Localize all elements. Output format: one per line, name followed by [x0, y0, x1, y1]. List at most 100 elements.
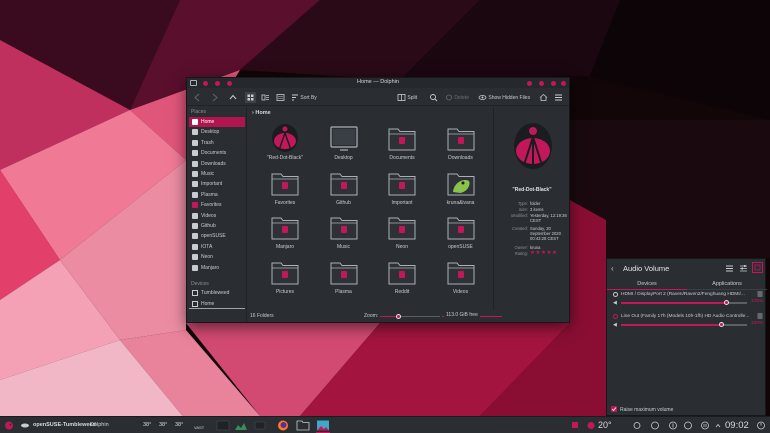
folder-item[interactable]: Music [319, 212, 369, 254]
audio-volume-icon[interactable] [683, 417, 693, 433]
breadcrumb[interactable]: › Home [252, 110, 271, 116]
folder-item[interactable]: Desktop [319, 123, 369, 165]
arrow-right-icon [212, 93, 218, 102]
folder-item[interactable]: "Red-Dot-Black" [260, 123, 310, 165]
monitor-widget[interactable] [216, 417, 230, 433]
window-titlebar[interactable]: Home — Dolphin [187, 78, 569, 88]
media-player-icon[interactable] [700, 417, 710, 433]
device-item-tumbleweed[interactable]: Tumbleweed [189, 288, 245, 298]
folder-item[interactable]: openSUSE [436, 212, 486, 254]
folder-item[interactable]: Reddit [377, 257, 427, 299]
device-menu-button[interactable] [757, 313, 763, 321]
minimize-button[interactable] [539, 80, 544, 86]
clock[interactable]: 09:02 [725, 417, 749, 433]
night-color-icon[interactable] [632, 417, 642, 433]
active-window-title[interactable]: openSUSE-Tumbleweed [33, 417, 96, 433]
sidebar-item-desktop[interactable]: Desktop [189, 127, 245, 137]
close-button[interactable] [561, 80, 566, 86]
zoom-slider-handle[interactable] [395, 313, 401, 319]
default-device-radio[interactable] [613, 292, 618, 297]
forward-button[interactable] [211, 92, 219, 103]
folder-item[interactable]: Documents [377, 123, 427, 165]
details-view-button[interactable] [276, 92, 285, 103]
show-hidden-button[interactable]: Show Hidden Files [478, 92, 530, 103]
back-arrow-icon[interactable]: ‹ [611, 264, 614, 273]
rating-star-icon[interactable]: ★ [547, 250, 552, 256]
menu-button[interactable] [554, 92, 563, 103]
sidebar-item-manjaro[interactable]: Manjaro [189, 263, 245, 273]
folder-item[interactable]: Github [319, 168, 369, 210]
volume-slider-handle[interactable] [723, 300, 729, 305]
power-button[interactable] [756, 417, 766, 433]
folder-item[interactable]: Neon [377, 212, 427, 254]
folder-item[interactable]: Plasma [319, 257, 369, 299]
sidebar-item-iota[interactable]: IOTA [189, 242, 245, 252]
dolphin-launcher[interactable] [296, 417, 310, 433]
rating-star-icon[interactable]: ★ [536, 250, 541, 256]
red-dot-black-icon [272, 124, 298, 152]
network-widget[interactable] [254, 417, 266, 433]
sidebar-item-trash[interactable]: Trash [189, 138, 245, 148]
breadcrumb-home[interactable]: Home [255, 110, 270, 116]
speaker-icon[interactable]: ◀ [613, 322, 617, 328]
raise-volume-checkbox[interactable] [611, 406, 617, 412]
sidebar-item-home[interactable]: Home [189, 117, 245, 127]
app-launcher-button[interactable] [3, 417, 15, 433]
pin-popup-button[interactable] [752, 262, 763, 273]
memory-widget[interactable] [234, 417, 248, 433]
device-item-home[interactable]: Home [189, 299, 245, 309]
taskbar: openSUSE-Tumbleweed Dolphin 38° 38° 38° … [0, 416, 770, 433]
folder-item[interactable]: Videos [436, 257, 486, 299]
rating-star-icon[interactable]: ★ [530, 250, 535, 256]
delete-button[interactable]: Delete [445, 92, 469, 103]
global-menu-dolphin[interactable]: Dolphin [90, 417, 109, 433]
split-button[interactable]: Split [397, 92, 417, 103]
maximize-button[interactable] [551, 80, 556, 86]
volume-slider-handle[interactable] [719, 322, 725, 327]
up-button[interactable] [229, 92, 237, 103]
configure-button[interactable] [739, 264, 748, 275]
rating-star-icon[interactable]: ★ [541, 250, 546, 256]
arrow-up-circle-icon [669, 421, 677, 430]
tab-applications[interactable]: Applications [687, 278, 767, 290]
notifications-icon[interactable] [570, 417, 580, 433]
tab-devices[interactable]: Devices [607, 278, 687, 290]
search-button[interactable] [429, 92, 438, 103]
icons-view-button[interactable] [245, 92, 256, 103]
folder-item[interactable]: Downloads [436, 123, 486, 165]
downloads-icon [192, 160, 198, 167]
sidebar-item-music[interactable]: Music [189, 169, 245, 179]
photos-launcher[interactable] [316, 417, 330, 433]
rating-star-icon[interactable]: ★ [552, 250, 557, 256]
default-device-radio[interactable] [613, 314, 618, 319]
folder-item[interactable]: Important [377, 168, 427, 210]
folder-item[interactable]: Pictures [260, 257, 310, 299]
sidebar-item-videos[interactable]: Videos [189, 211, 245, 221]
tray-expand-icon[interactable] [714, 417, 722, 433]
menu-button[interactable] [725, 264, 734, 275]
sidebar-item-important[interactable]: Important [189, 179, 245, 189]
sidebar-item-plasma[interactable]: Plasma [189, 190, 245, 200]
device-menu-button[interactable] [757, 291, 763, 299]
sidebar-item-neon[interactable]: Neon [189, 252, 245, 262]
folder-item[interactable]: Favorites [260, 168, 310, 210]
folder-item[interactable]: kruna&ivana [436, 168, 486, 210]
sidebar-item-documents[interactable]: Documents [189, 148, 245, 158]
compact-view-button[interactable] [261, 92, 270, 103]
speaker-icon[interactable]: ◀ [613, 300, 617, 306]
folder-item[interactable]: Manjaro [260, 212, 310, 254]
updates-icon[interactable] [668, 417, 678, 433]
weather-widget[interactable] [585, 417, 597, 433]
sidebar-item-favorites[interactable]: Favorites [189, 200, 245, 210]
sort-by-button[interactable]: Sort By [291, 92, 317, 103]
home-button[interactable] [539, 92, 548, 103]
sort-by-label: Sort By [300, 94, 317, 101]
sidebar-item-downloads[interactable]: Downloads [189, 159, 245, 169]
window-menu-icon[interactable] [20, 417, 30, 433]
clipboard-icon[interactable] [650, 417, 660, 433]
sidebar-item-github[interactable]: Github [189, 221, 245, 231]
firefox-launcher[interactable] [276, 417, 290, 433]
help-button[interactable] [527, 80, 532, 86]
back-button[interactable] [193, 92, 201, 103]
sidebar-item-opensuse[interactable]: openSUSE [189, 231, 245, 241]
